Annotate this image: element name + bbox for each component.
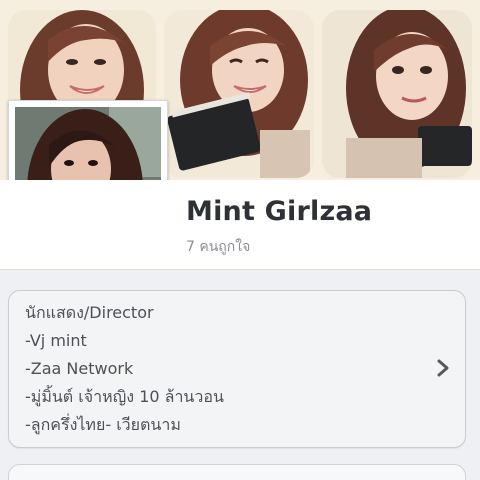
about-line: -Vj mint xyxy=(25,331,87,350)
chevron-right-icon[interactable] xyxy=(433,357,453,379)
page-name: Mint Girlzaa xyxy=(186,196,373,227)
about-line: -Zaa Network xyxy=(25,359,134,378)
about-line: -มู่มิ้นต์ เจ้าหญิง 10 ล้านวอน xyxy=(25,387,224,406)
likes-count[interactable]: 7 คนถูกใจ xyxy=(186,236,250,258)
about-line: -ลูกครึ่งไทย- เวียตนาม xyxy=(25,415,181,434)
about-line: นักแสดง/Director xyxy=(25,303,154,322)
about-card[interactable]: นักแสดง/Director -Vj mint -Zaa Network -… xyxy=(8,290,466,448)
cover-photo-tile-2 xyxy=(164,10,314,178)
cover-photo-tile-3 xyxy=(322,10,472,178)
page-screen: Mint Girlzaa 7 คนถูกใจ นักแสดง/Director … xyxy=(0,0,480,480)
about-text: นักแสดง/Director -Vj mint -Zaa Network -… xyxy=(25,303,224,443)
next-card[interactable] xyxy=(8,464,466,480)
